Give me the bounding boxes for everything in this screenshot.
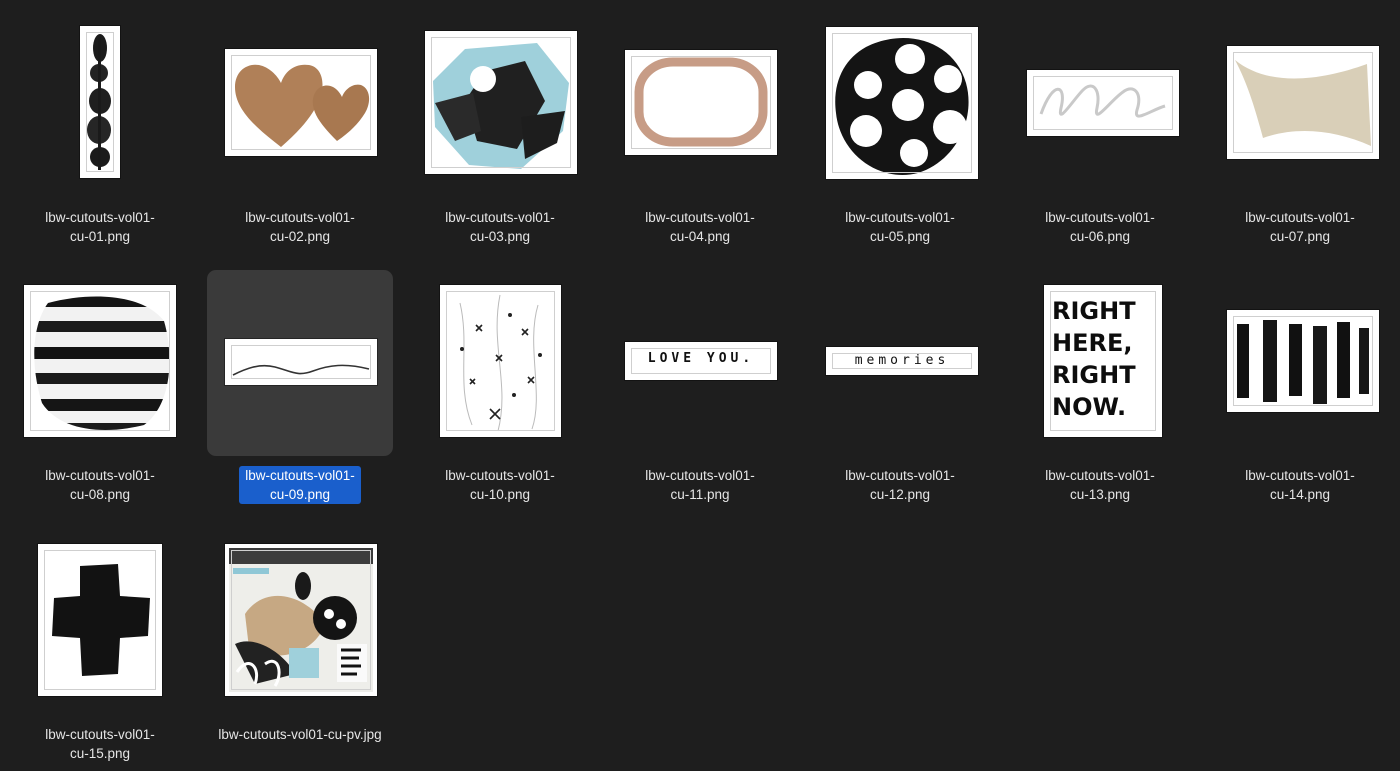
file-name[interactable]: lbw-cutouts-vol01- cu-01.png (39, 208, 161, 246)
love-you-thumbnail[interactable]: LOVE YOU. (625, 342, 777, 380)
file-name[interactable]: lbw-cutouts-vol01- cu-05.png (839, 208, 961, 246)
file-name[interactable]: lbw-cutouts-vol01- cu-14.png (1239, 466, 1361, 504)
paper-strip-thumbnail[interactable] (1227, 46, 1379, 159)
file-name-selected[interactable]: lbw-cutouts-vol01- cu-09.png (239, 466, 361, 504)
brush-bars-thumbnail[interactable] (1227, 310, 1379, 412)
file-name[interactable]: lbw-cutouts-vol01- cu-07.png (1239, 208, 1361, 246)
black-cross-thumbnail[interactable] (38, 544, 162, 696)
file-name[interactable]: lbw-cutouts-vol01- cu-15.png (39, 725, 161, 763)
file-name[interactable]: lbw-cutouts-vol01- cu-13.png (1039, 466, 1161, 504)
file-name[interactable]: lbw-cutouts-vol01- cu-04.png (639, 208, 761, 246)
loops-thumbnail[interactable] (1027, 70, 1179, 136)
file-name[interactable]: lbw-cutouts-vol01- cu-08.png (39, 466, 161, 504)
art-text: memories (854, 353, 950, 368)
file-name[interactable]: lbw-cutouts-vol01-cu-pv.jpg (212, 725, 387, 744)
file-name[interactable]: lbw-cutouts-vol01- cu-10.png (439, 466, 561, 504)
blue-octagon-thumbnail[interactable] (425, 31, 577, 174)
file-name[interactable]: lbw-cutouts-vol01- cu-02.png (239, 208, 361, 246)
hearts-thumbnail[interactable] (225, 49, 377, 156)
memories-thumbnail[interactable]: memories (826, 347, 978, 375)
right-here-thumbnail[interactable]: RIGHT HERE, RIGHT NOW. (1044, 285, 1162, 437)
file-name[interactable]: lbw-cutouts-vol01- cu-03.png (439, 208, 561, 246)
file-name[interactable]: lbw-cutouts-vol01- cu-12.png (839, 466, 961, 504)
art-text: LOVE YOU. (647, 351, 755, 366)
file-name[interactable]: lbw-cutouts-vol01- cu-06.png (1039, 208, 1161, 246)
frame-thumbnail[interactable] (625, 50, 777, 155)
wavy-line-thumbnail[interactable] (225, 339, 377, 385)
doodle-thumbnail[interactable] (440, 285, 561, 437)
preview-collage-thumbnail[interactable] (225, 544, 377, 696)
file-name[interactable]: lbw-cutouts-vol01- cu-11.png (639, 466, 761, 504)
art-text: RIGHT HERE, RIGHT NOW. (1052, 297, 1136, 421)
polka-dot-circle-thumbnail[interactable] (826, 27, 978, 179)
pebble-stack-thumbnail[interactable] (80, 26, 120, 178)
striped-ring-thumbnail[interactable] (24, 285, 176, 437)
